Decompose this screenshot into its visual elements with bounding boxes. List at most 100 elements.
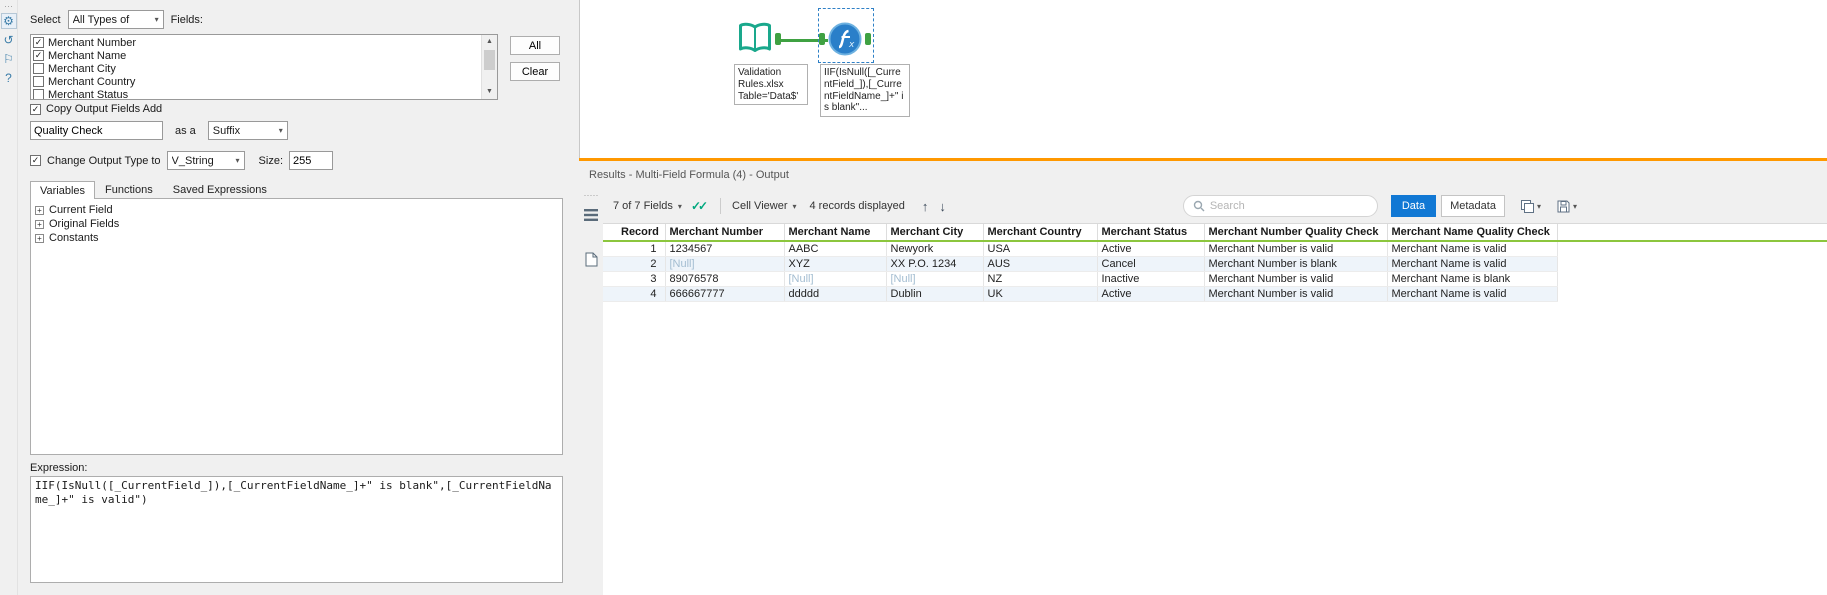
- data-cell[interactable]: Merchant Number is valid: [1204, 241, 1388, 257]
- save-results-button[interactable]: ▾: [1556, 199, 1577, 214]
- field-item[interactable]: Merchant Status: [33, 88, 495, 99]
- output-anchor[interactable]: [865, 33, 871, 45]
- data-cell[interactable]: ddddd: [784, 286, 887, 302]
- data-cell[interactable]: Merchant Number is blank: [1204, 256, 1388, 272]
- record-number-cell[interactable]: 1: [603, 241, 666, 257]
- record-number-cell[interactable]: 3: [603, 271, 666, 287]
- search-box[interactable]: [1182, 195, 1378, 217]
- field-checkbox[interactable]: [33, 63, 44, 74]
- workflow-canvas[interactable]: Validation Rules.xlsx Table='Data$' x II…: [579, 0, 1827, 158]
- row-layout-icon[interactable]: [582, 206, 600, 224]
- field-item[interactable]: ✓ Merchant Name: [33, 49, 495, 62]
- expander-icon[interactable]: +: [35, 233, 44, 243]
- data-cell[interactable]: 666667777: [665, 286, 785, 302]
- copy-output-checkbox[interactable]: ✓: [30, 103, 41, 115]
- chevron-down-icon[interactable]: ▾: [678, 202, 682, 211]
- column-header[interactable]: Merchant Name Quality Check: [1387, 224, 1558, 242]
- data-cell[interactable]: Merchant Name is valid: [1387, 286, 1558, 302]
- data-cell[interactable]: Merchant Name is valid: [1387, 256, 1558, 272]
- table-row[interactable]: 1 1234567 AABC Newyork USA Active Merchant Num…: [603, 241, 1827, 257]
- data-cell[interactable]: Merchant Number is valid: [1204, 271, 1388, 287]
- clear-button[interactable]: Clear: [510, 62, 560, 81]
- up-arrow-icon[interactable]: ↑: [922, 199, 929, 214]
- scroll-down-icon[interactable]: ▼: [482, 85, 497, 99]
- cell-viewer-page-icon[interactable]: [582, 250, 600, 268]
- data-cell[interactable]: Dublin: [886, 286, 984, 302]
- tree-item[interactable]: + Constants: [35, 231, 558, 245]
- data-cell[interactable]: 89076578: [665, 271, 785, 287]
- data-tab-button[interactable]: Data: [1390, 195, 1437, 217]
- table-row[interactable]: 3 89076578 [Null] [Null] NZ Inactive Merchant …: [603, 271, 1827, 287]
- scroll-up-icon[interactable]: ▲: [482, 35, 497, 49]
- tab-variables[interactable]: Variables: [30, 181, 96, 199]
- down-arrow-icon[interactable]: ↓: [939, 199, 946, 214]
- column-header[interactable]: Merchant Status: [1097, 224, 1205, 242]
- data-cell[interactable]: NZ: [983, 271, 1098, 287]
- data-cell[interactable]: Newyork: [886, 241, 984, 257]
- record-number-cell[interactable]: 4: [603, 286, 666, 302]
- metadata-tab-button[interactable]: Metadata: [1441, 195, 1505, 217]
- multi-field-formula-tool[interactable]: x: [819, 20, 871, 58]
- column-header[interactable]: Record: [603, 224, 666, 242]
- field-item[interactable]: ✓ Merchant Number: [33, 36, 495, 49]
- scrollbar-thumb[interactable]: [484, 50, 495, 70]
- output-type-dropdown[interactable]: V_String ▾: [166, 151, 245, 170]
- data-cell[interactable]: Merchant Name is blank: [1387, 271, 1558, 287]
- column-header[interactable]: Merchant Number: [665, 224, 785, 242]
- tab-saved-expressions[interactable]: Saved Expressions: [163, 180, 277, 198]
- fields-summary-dropdown[interactable]: 7 of 7 Fields: [613, 200, 673, 212]
- record-number-cell[interactable]: 2: [603, 256, 666, 272]
- help-icon[interactable]: ?: [1, 70, 17, 86]
- expander-icon[interactable]: +: [35, 219, 44, 229]
- expression-editor[interactable]: IIF(IsNull([_CurrentField_]),[_CurrentFi…: [30, 476, 563, 583]
- all-button[interactable]: All: [510, 36, 560, 55]
- data-cell[interactable]: AUS: [983, 256, 1098, 272]
- search-input[interactable]: [1209, 200, 1368, 212]
- table-row[interactable]: 2 [Null] XYZ XX P.O. 1234 AUS Cancel Merchant …: [603, 256, 1827, 272]
- tree-item[interactable]: + Original Fields: [35, 217, 558, 231]
- data-cell[interactable]: 1234567: [665, 241, 785, 257]
- output-name-input[interactable]: [30, 121, 163, 140]
- data-cell[interactable]: Merchant Name is valid: [1387, 241, 1558, 257]
- column-header[interactable]: Merchant Country: [983, 224, 1098, 242]
- data-cell[interactable]: XX P.O. 1234: [886, 256, 984, 272]
- data-cell[interactable]: Active: [1097, 241, 1205, 257]
- input-anchor[interactable]: [819, 33, 825, 45]
- field-checkbox[interactable]: ✓: [33, 37, 44, 48]
- input-data-tool[interactable]: [736, 20, 781, 58]
- tag-icon[interactable]: ⚐: [1, 51, 17, 67]
- data-cell[interactable]: AABC: [784, 241, 887, 257]
- tool-annotation[interactable]: IIF(IsNull([_CurrentField_]),[_CurrentFi…: [820, 64, 910, 118]
- tree-item[interactable]: + Current Field: [35, 203, 558, 217]
- column-header[interactable]: Merchant City: [886, 224, 984, 242]
- fields-list-scrollbar[interactable]: ▲ ▼: [481, 35, 497, 99]
- column-header[interactable]: Merchant Number Quality Check: [1204, 224, 1388, 242]
- gear-icon[interactable]: ⚙: [0, 13, 17, 29]
- data-cell[interactable]: XYZ: [784, 256, 887, 272]
- field-checkbox[interactable]: [33, 89, 44, 99]
- tool-annotation[interactable]: Validation Rules.xlsx Table='Data$': [734, 64, 808, 106]
- field-item[interactable]: Merchant City: [33, 62, 495, 75]
- apply-checkmarks-icon[interactable]: ✓✓: [691, 199, 708, 213]
- cell-viewer-dropdown[interactable]: Cell Viewer: [732, 200, 787, 212]
- data-cell[interactable]: [Null]: [665, 256, 785, 272]
- data-cell[interactable]: Active: [1097, 286, 1205, 302]
- chevron-down-icon[interactable]: ▾: [792, 202, 796, 211]
- data-cell[interactable]: USA: [983, 241, 1098, 257]
- refresh-icon[interactable]: ↺: [1, 32, 17, 48]
- data-cell[interactable]: UK: [983, 286, 1098, 302]
- data-cell[interactable]: [Null]: [886, 271, 984, 287]
- affix-dropdown[interactable]: Suffix ▾: [207, 121, 288, 140]
- field-checkbox[interactable]: [33, 76, 44, 87]
- tab-functions[interactable]: Functions: [95, 180, 163, 198]
- data-cell[interactable]: Cancel: [1097, 256, 1205, 272]
- expander-icon[interactable]: +: [35, 205, 44, 215]
- change-type-checkbox[interactable]: ✓: [30, 155, 41, 166]
- field-type-dropdown[interactable]: All Types of ▾: [67, 10, 164, 29]
- data-cell[interactable]: Inactive: [1097, 271, 1205, 287]
- data-cell[interactable]: [Null]: [784, 271, 887, 287]
- table-row[interactable]: 4 666667777 ddddd Dublin UK Active Merchant Nu…: [603, 286, 1827, 302]
- field-item[interactable]: Merchant Country: [33, 75, 495, 88]
- output-anchor[interactable]: [775, 33, 781, 45]
- copy-table-button[interactable]: ▾: [1520, 199, 1541, 214]
